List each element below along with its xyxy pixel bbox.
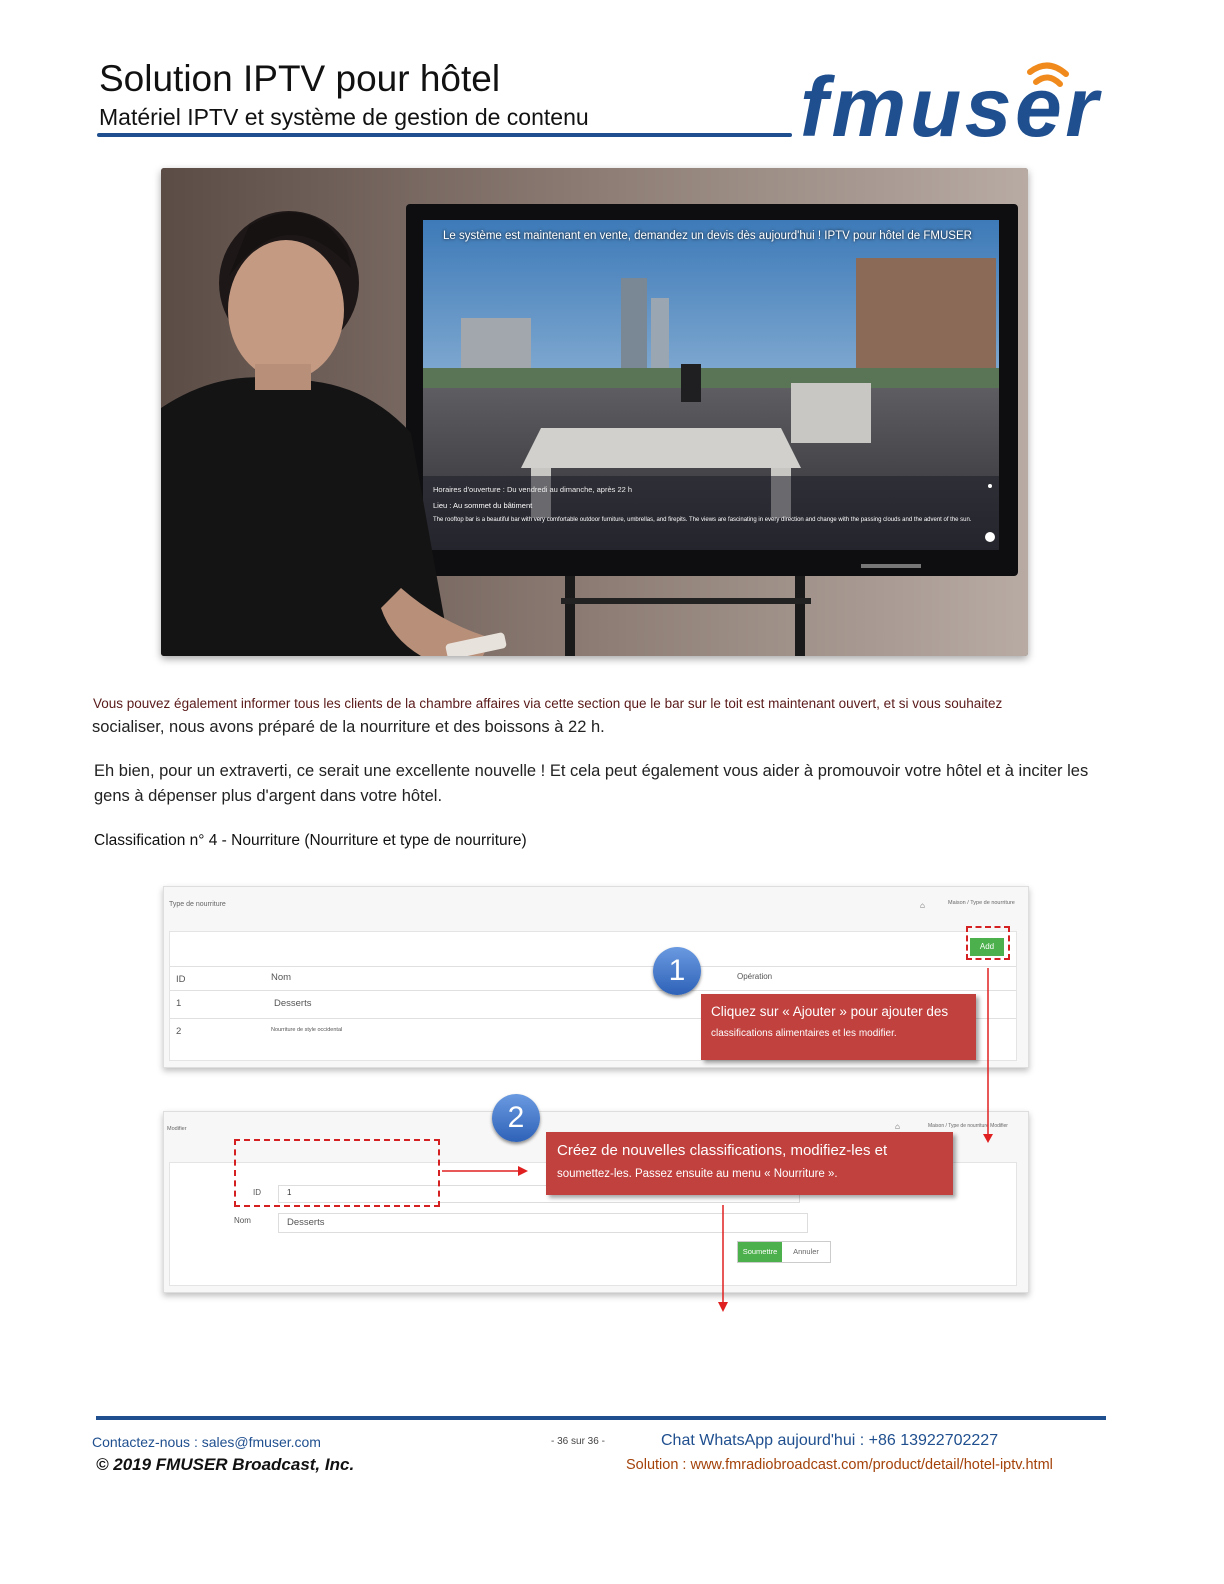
connector-arrows [442, 968, 993, 1312]
footer-solution-link[interactable]: Solution : www.fmradiobroadcast.com/prod… [626, 1457, 1053, 1473]
footer-whatsapp: Chat WhatsApp aujourd'hui : +86 13922702… [661, 1432, 999, 1449]
footer-contact-link[interactable]: Contactez-nous : sales@fmuser.com [92, 1434, 321, 1450]
footer-copyright: © 2019 FMUSER Broadcast, Inc. [96, 1455, 355, 1474]
page-number: - 36 sur 36 - [551, 1436, 605, 1447]
footer-rule [96, 1416, 1106, 1420]
